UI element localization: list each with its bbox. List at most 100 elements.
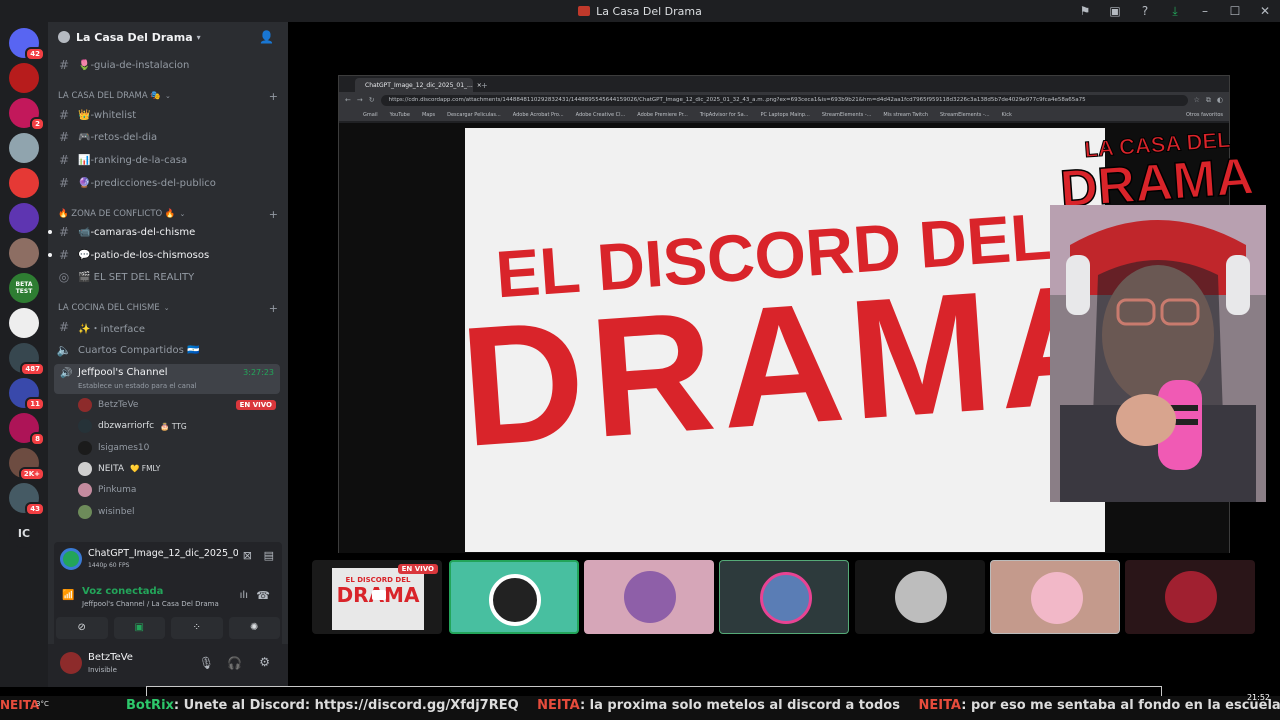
server-icon-server-7[interactable] bbox=[9, 238, 39, 268]
bookmark-item[interactable]: PC Laptops Mainp... bbox=[760, 112, 809, 118]
download-icon[interactable]: ⤓ bbox=[1160, 0, 1190, 22]
tile-lsigames[interactable] bbox=[719, 560, 849, 634]
flag-icon[interactable]: ⚑ bbox=[1070, 0, 1100, 22]
add-channel-icon[interactable]: + bbox=[269, 208, 278, 221]
minimize-button[interactable]: – bbox=[1190, 0, 1220, 22]
url-field[interactable]: https://cdn.discordapp.com/attachments/1… bbox=[380, 94, 1188, 106]
server-icon-server-6[interactable] bbox=[9, 203, 39, 233]
activities-icon[interactable]: ⁘ bbox=[171, 617, 223, 639]
screen-share-icon[interactable]: ▣ bbox=[113, 617, 165, 639]
channel-camaras[interactable]: # 📹-camaras-del-chisme bbox=[48, 222, 280, 242]
server-icon-server-4[interactable] bbox=[9, 133, 39, 163]
tile-neita[interactable] bbox=[855, 560, 985, 634]
bookmark-item[interactable]: Descargar Peliculas... bbox=[447, 112, 501, 118]
bookmark-item[interactable]: Adobe Creative Cl... bbox=[576, 112, 626, 118]
headphones-icon[interactable]: 🎧 bbox=[227, 656, 242, 670]
close-button[interactable]: ✕ bbox=[1250, 0, 1280, 22]
bookmark-item[interactable]: Gmail bbox=[363, 112, 378, 118]
voice-channel-status[interactable]: Establece un estado para el canal bbox=[78, 382, 197, 390]
settings-gear-icon[interactable]: ⚙ bbox=[259, 655, 270, 669]
voice-user-neita[interactable]: NEITA 💛 FMLY bbox=[78, 459, 280, 479]
channel-whitelist[interactable]: # 👑-whitelist bbox=[54, 105, 280, 125]
user-avatar[interactable] bbox=[60, 652, 82, 674]
server-header[interactable]: La Casa Del Drama ▾ 👤 bbox=[48, 22, 288, 52]
taskbar-clock[interactable]: 21:52 bbox=[1247, 693, 1270, 702]
bookmark-item[interactable]: Adobe Premiere Pr... bbox=[637, 112, 688, 118]
stop-stream-icon[interactable]: ⊠ bbox=[243, 549, 252, 562]
server-icon-server-13[interactable]: 2K+ bbox=[9, 448, 45, 481]
back-icon[interactable]: ← bbox=[345, 96, 351, 104]
bookmark-item[interactable]: StreamElements -... bbox=[822, 112, 872, 118]
bookmark-item[interactable]: TripAdvisor for Sa... bbox=[700, 112, 749, 118]
extensions-icon[interactable]: ⧉ bbox=[1206, 96, 1211, 105]
forward-icon[interactable]: → bbox=[357, 96, 363, 104]
new-tab-icon[interactable]: + bbox=[481, 81, 488, 90]
tile-wisinbel[interactable] bbox=[990, 560, 1120, 634]
server-icon-discord-home[interactable]: 42 bbox=[9, 28, 45, 61]
channel-ranking[interactable]: # 📊-ranking-de-la-casa bbox=[54, 150, 280, 170]
voice-user-wisinbel[interactable]: wisinbel bbox=[78, 502, 280, 522]
server-icon-server-11[interactable]: 11 bbox=[9, 378, 45, 411]
help-icon[interactable]: ? bbox=[1130, 0, 1160, 22]
voice-user-pinkuma[interactable]: Pinkuma bbox=[78, 480, 280, 500]
browser-tab[interactable]: ChatGPT_Image_12_dic_2025_01_... × bbox=[355, 78, 482, 92]
channel-cuartos[interactable]: 🔈 Cuartos Compartidos 🇳🇮 bbox=[54, 340, 280, 360]
category-la-casa[interactable]: LA CASA DEL DRAMA 🎭 ⌄ + bbox=[58, 89, 278, 103]
voice-user-dbzwarriorfc[interactable]: dbzwarriorfc 🎂 TTG bbox=[78, 416, 280, 436]
channel-retos[interactable]: # 🎮-retos-del-dia bbox=[54, 127, 280, 147]
chat-icon[interactable]: ◐ bbox=[1217, 96, 1223, 104]
bookmark-star-icon[interactable]: ☆ bbox=[1194, 96, 1200, 104]
bookmark-item[interactable]: StreamElements -... bbox=[940, 112, 990, 118]
server-icon-server-ic[interactable]: IC bbox=[9, 518, 39, 548]
server-favicon-icon bbox=[578, 6, 591, 16]
voice-status-label[interactable]: Voz conectada bbox=[82, 586, 163, 597]
other-bookmarks[interactable]: Otros favoritos bbox=[1186, 112, 1229, 118]
server-icon-server-5[interactable] bbox=[9, 168, 39, 198]
invite-icon[interactable]: 👤 bbox=[259, 30, 274, 44]
category-zona-conflicto[interactable]: 🔥 ZONA DE CONFLICTO 🔥 ⌄ + bbox=[58, 207, 278, 221]
tile-betzteve[interactable] bbox=[1125, 560, 1255, 634]
camera-off-icon[interactable]: ⊘ bbox=[56, 617, 108, 639]
soundboard-icon[interactable]: ✺ bbox=[228, 617, 280, 639]
server-icon-server-3[interactable]: 2 bbox=[9, 98, 45, 131]
channel-guia[interactable]: # 🌷-guia-de-instalacion bbox=[54, 55, 280, 75]
user-avatar bbox=[78, 461, 92, 476]
add-channel-icon[interactable]: + bbox=[269, 302, 278, 315]
voice-status-sub[interactable]: Jeffpool's Channel / La Casa Del Drama bbox=[82, 600, 219, 608]
channel-predicciones[interactable]: # 🔮-predicciones-del-publico bbox=[54, 173, 280, 193]
voice-user-betzteve[interactable]: BetzTeVe EN VIVO bbox=[78, 395, 280, 415]
reload-icon[interactable]: ↻ bbox=[369, 96, 375, 104]
tile-pinkuma[interactable] bbox=[584, 560, 714, 634]
server-icon-server-12[interactable]: 8 bbox=[9, 413, 45, 446]
signal-icon[interactable]: 📶 bbox=[62, 590, 74, 601]
user-avatar bbox=[78, 419, 92, 434]
tile-dbzwarriorfc[interactable] bbox=[449, 560, 579, 634]
disconnect-icon[interactable]: ☎ bbox=[256, 589, 270, 602]
channel-interface[interactable]: # ✨・interface bbox=[54, 317, 280, 337]
participant-avatar bbox=[489, 574, 541, 626]
bookmark-item[interactable]: Maps bbox=[422, 112, 435, 118]
inbox-icon[interactable]: ▣ bbox=[1100, 0, 1130, 22]
stream-settings-icon[interactable]: ▤ bbox=[264, 549, 274, 562]
tile-stream-preview[interactable]: EL DISCORD DEL DRAMA EN VIVO bbox=[312, 560, 442, 634]
maximize-button[interactable]: ☐ bbox=[1220, 0, 1250, 22]
add-channel-icon[interactable]: + bbox=[269, 90, 278, 103]
category-cocina[interactable]: LA COCINA DEL CHISME ⌄ + bbox=[58, 301, 278, 315]
server-icon-server-10[interactable]: 487 bbox=[9, 343, 45, 376]
bookmark-item[interactable]: Mis stream Twitch bbox=[883, 112, 928, 118]
server-icon-server-14[interactable]: 43 bbox=[9, 483, 45, 516]
voice-channel-jeffpool[interactable]: 🔊 Jeffpool's Channel 3:27:23 Establece u… bbox=[54, 364, 280, 394]
bookmark-item[interactable]: Kick bbox=[1002, 112, 1012, 118]
user-name[interactable]: BetzTeVe bbox=[88, 652, 133, 663]
channel-label: 📹-camaras-del-chisme bbox=[78, 226, 196, 238]
server-icon-server-9[interactable] bbox=[9, 308, 39, 338]
channel-patio[interactable]: # 💬-patio-de-los-chismosos bbox=[48, 245, 280, 265]
server-icon-drama-server[interactable] bbox=[9, 63, 39, 93]
microphone-icon[interactable]: 🎙 bbox=[199, 656, 214, 670]
bookmark-item[interactable]: YouTube bbox=[390, 112, 410, 118]
bookmark-item[interactable]: Adobe Acrobat Pro... bbox=[513, 112, 564, 118]
noise-suppression-icon[interactable]: ılı bbox=[240, 590, 248, 601]
channel-set-reality[interactable]: ◎ 🎬 EL SET DEL REALITY bbox=[54, 267, 280, 287]
server-icon-server-8[interactable]: BETA TEST bbox=[9, 273, 39, 303]
voice-user-lsigames10[interactable]: lsigames10 bbox=[78, 438, 280, 458]
